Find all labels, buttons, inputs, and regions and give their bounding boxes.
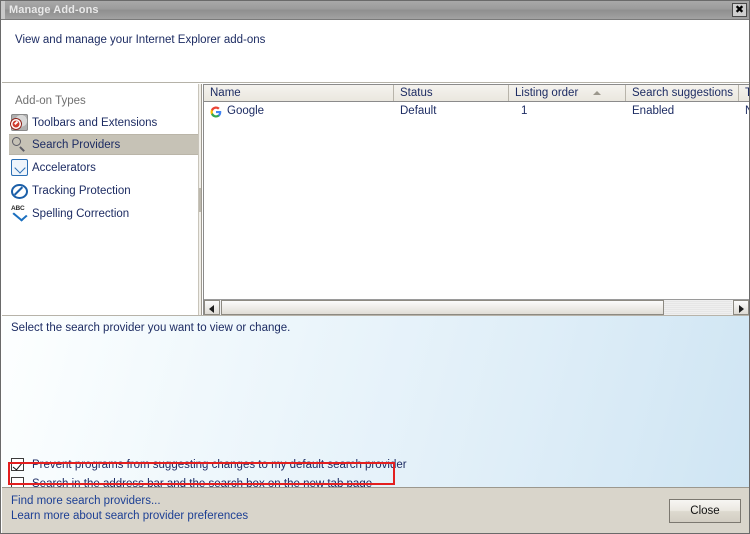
sidebar-item-search-providers[interactable]: Search Providers — [9, 134, 198, 155]
sidebar-item-tracking-protection[interactable]: Tracking Protection — [9, 180, 198, 201]
column-header-topping[interactable]: To — [739, 85, 749, 101]
sidebar-item-spelling-correction[interactable]: ABC Spelling Correction — [9, 203, 198, 224]
toolbars-extensions-icon — [11, 114, 28, 131]
window-title: Manage Add-ons — [9, 4, 99, 16]
sort-ascending-arrow-icon — [593, 91, 601, 95]
column-header-name[interactable]: Name — [204, 85, 394, 101]
checkbox-row-search-address-bar[interactable]: Search in the address bar and the search… — [11, 475, 372, 487]
sidebar-item-label: Toolbars and Extensions — [32, 116, 158, 129]
cell-search-suggestions: Enabled — [632, 105, 675, 117]
column-header-listing-order[interactable]: Listing order — [509, 85, 626, 101]
scroll-left-arrow-icon[interactable] — [204, 300, 220, 315]
manage-addons-dialog: Manage Add-ons ✖ View and manage your In… — [0, 0, 750, 534]
addons-table-panel: Name Status Listing order Search suggest… — [203, 84, 749, 315]
spelling-correction-icon: ABC — [11, 205, 28, 222]
close-icon[interactable]: ✖ — [732, 3, 747, 17]
column-header-listing-order-label: Listing order — [515, 87, 579, 99]
cell-name: Google — [204, 102, 394, 121]
cell-status: Default — [400, 105, 437, 117]
cell-topping: No — [739, 102, 749, 121]
main-content-area: Add-on Types Toolbars and Extensions Sea… — [2, 84, 749, 315]
tracking-protection-icon — [11, 183, 28, 199]
lower-panel-description: Select the search provider you want to v… — [11, 322, 291, 334]
scrollbar-thumb[interactable] — [221, 300, 664, 315]
search-address-bar-label: Search in the address bar and the search… — [32, 477, 373, 488]
close-button[interactable]: Close — [669, 499, 741, 523]
search-magnifier-icon — [11, 136, 28, 153]
cell-listing-order: 1 — [521, 105, 528, 117]
addon-types-sidebar: Add-on Types Toolbars and Extensions Sea… — [2, 84, 198, 315]
checkbox-row-prevent-programs[interactable]: Prevent programs from suggesting changes… — [11, 456, 407, 473]
sidebar-item-label: Search Providers — [32, 138, 121, 151]
cell-name-text: Google — [227, 105, 265, 117]
pane-splitter[interactable] — [198, 84, 202, 315]
prevent-programs-checkbox[interactable] — [11, 458, 24, 471]
column-header-status[interactable]: Status — [394, 85, 509, 101]
column-header-search-suggestions[interactable]: Search suggestions — [626, 85, 739, 101]
prevent-programs-label: Prevent programs from suggesting changes… — [32, 458, 407, 471]
lower-details-panel: Select the search provider you want to v… — [2, 315, 749, 487]
scroll-right-arrow-icon[interactable] — [733, 300, 749, 315]
horizontal-scrollbar[interactable] — [204, 299, 749, 315]
sidebar-item-label: Accelerators — [32, 161, 96, 174]
google-logo-icon — [210, 106, 222, 118]
title-bar: Manage Add-ons ✖ — [1, 1, 749, 20]
find-more-search-providers-link[interactable]: Find more search providers... — [11, 495, 161, 507]
dialog-header: View and manage your Internet Explorer a… — [2, 20, 749, 83]
table-row[interactable]: Google Default 1 Enabled No — [204, 102, 749, 121]
sidebar-title: Add-on Types — [15, 95, 86, 107]
learn-more-search-provider-preferences-link[interactable]: Learn more about search provider prefere… — [11, 510, 248, 522]
sidebar-item-toolbars-and-extensions[interactable]: Toolbars and Extensions — [9, 112, 198, 133]
dialog-footer: Find more search providers... Learn more… — [2, 487, 749, 533]
accelerator-icon — [11, 159, 28, 176]
table-header-row: Name Status Listing order Search suggest… — [204, 85, 749, 102]
titlebar-left-edge — [1, 1, 5, 19]
header-description: View and manage your Internet Explorer a… — [15, 34, 266, 46]
sidebar-item-label: Spelling Correction — [32, 207, 130, 220]
sidebar-item-accelerators[interactable]: Accelerators — [9, 157, 198, 178]
sidebar-item-label: Tracking Protection — [32, 184, 131, 197]
search-address-bar-checkbox[interactable] — [11, 477, 24, 487]
